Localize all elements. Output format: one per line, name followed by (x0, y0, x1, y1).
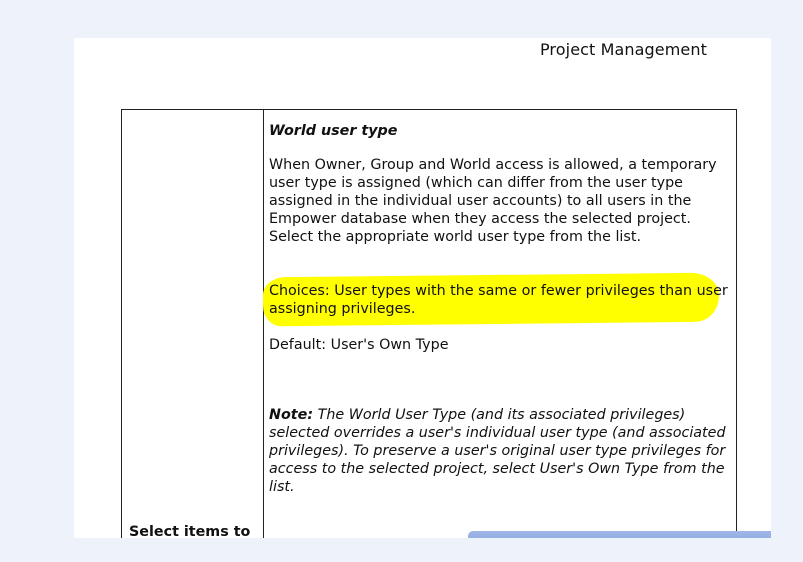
choices-paragraph: Choices: User types with the same or few… (262, 272, 733, 327)
table-left-column: Select items to (122, 110, 264, 538)
embedded-window-titlebar (468, 531, 771, 538)
row-label-select-items: Select items to (129, 524, 251, 538)
choices-text: Choices: User types with the same or few… (269, 283, 728, 317)
note-text: The World User Type (and its associated … (269, 407, 726, 495)
table-right-column: World user type When Owner, Group and Wo… (262, 110, 771, 538)
running-header: Project Management (539, 40, 707, 59)
help-table: Select items to World user type When Own… (121, 109, 771, 538)
description-paragraph: When Owner, Group and World access is al… (269, 157, 717, 245)
default-paragraph: Default: User's Own Type (269, 337, 449, 353)
note-paragraph: Note: The World User Type (and its assoc… (269, 406, 733, 496)
section-title: World user type (269, 123, 398, 139)
note-label: Note: (269, 407, 314, 423)
document-page: Project Management Select items to World… (74, 38, 771, 538)
